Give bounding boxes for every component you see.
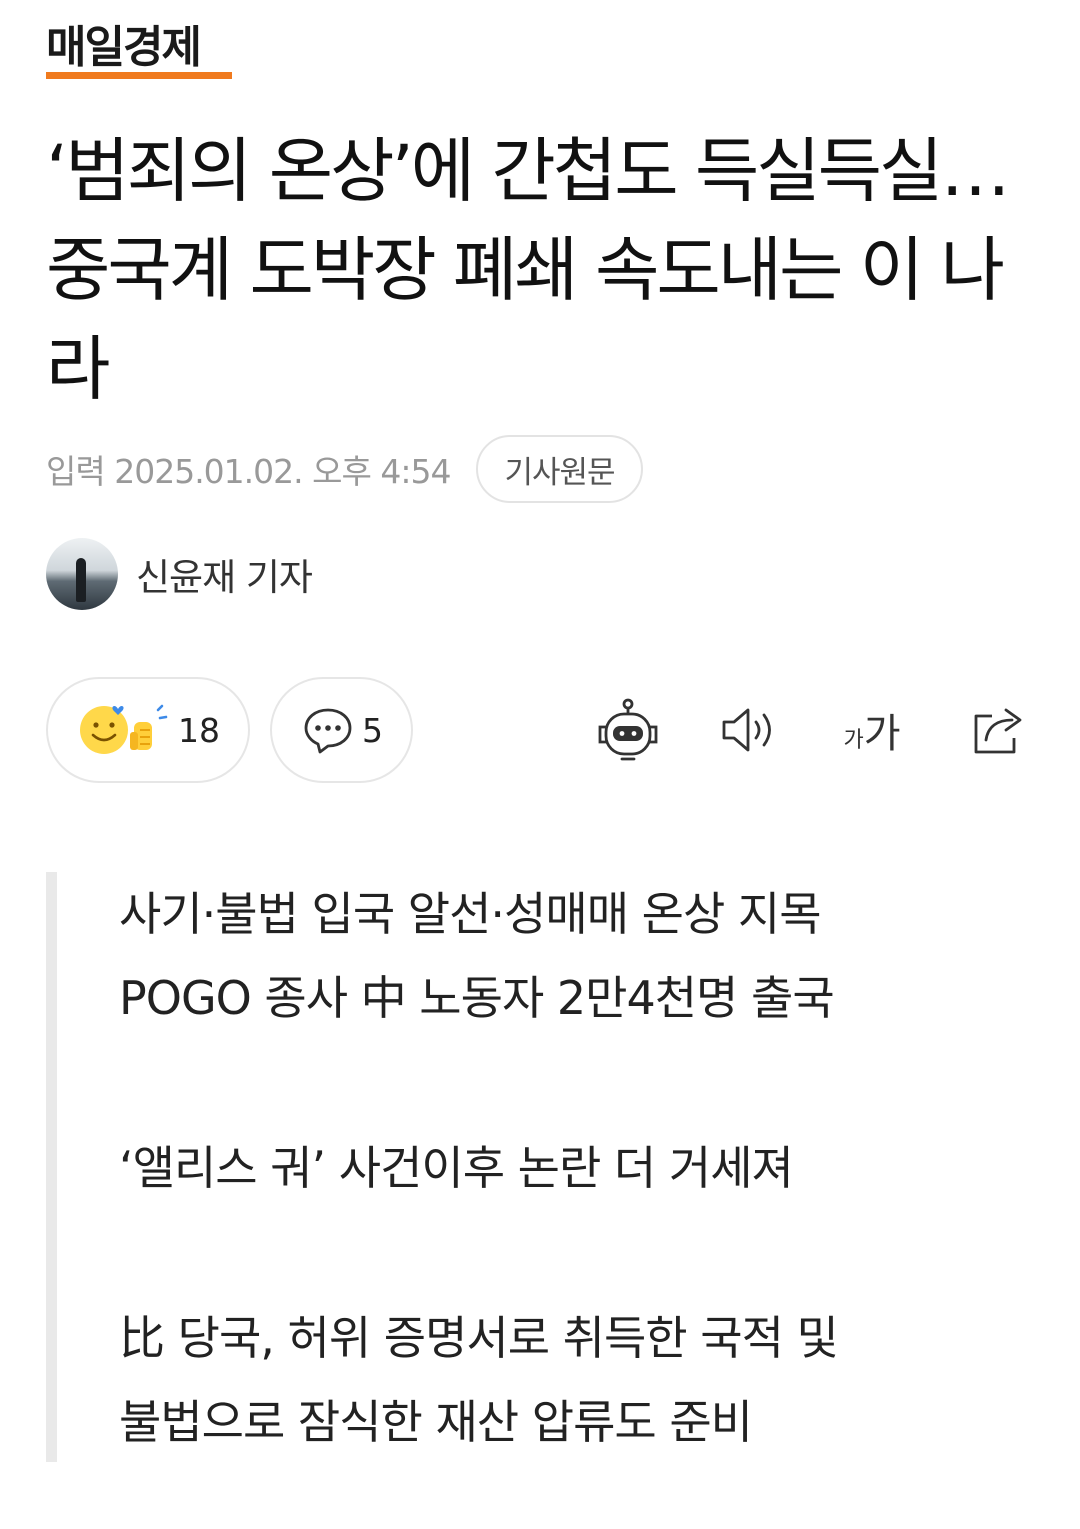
summary-line: 불법으로 잠식한 재산 압류도 준비 <box>119 1395 753 1449</box>
comment-button[interactable]: 5 <box>270 677 413 783</box>
comment-bubble-icon <box>304 708 352 754</box>
text-to-speech-button[interactable] <box>710 690 790 770</box>
font-large-glyph: 가 <box>863 711 901 757</box>
article-summary: 사기·불법 입국 알선·성매매 온상 지목 POGO 종사 中 노동자 2만4천… <box>46 872 1006 1462</box>
summary-line: 사기·불법 입국 알선·성매매 온상 지목 <box>119 887 822 941</box>
ai-summary-button[interactable] <box>588 690 668 770</box>
article-title: ‘범죄의 온상’에 간첩도 득실득실…중국계 도박장 폐쇄 속도내는 이 나라 <box>46 130 1010 410</box>
font-size-button[interactable]: 가가 <box>832 690 912 770</box>
author-info[interactable]: 신윤재 기자 <box>46 538 313 610</box>
summary-line: ‘앨리스 궈’ 사건이후 논란 더 거세져 <box>119 1141 794 1195</box>
reaction-count: 18 <box>178 710 220 750</box>
smile-thumbs-reaction-icon <box>80 704 168 754</box>
summary-line: 比 당국, 허위 증명서로 취득한 국적 및 <box>119 1311 839 1365</box>
original-article-button[interactable]: 기사원문 <box>476 435 643 503</box>
article-meta: 입력 2025.01.02. 오후 4:54 기사원문 <box>46 434 643 504</box>
author-avatar <box>46 538 118 610</box>
summary-line: POGO 종사 中 노동자 2만4천명 출국 <box>119 971 835 1025</box>
publisher-logo-text: 매일경제 <box>46 22 202 73</box>
publisher-logo[interactable]: 매일경제 <box>46 22 232 79</box>
font-small-glyph: 가 <box>843 728 864 753</box>
author-name: 신윤재 기자 <box>136 556 313 599</box>
font-size-icon: 가가 <box>843 701 900 759</box>
robot-summary-icon <box>598 698 658 761</box>
reaction-button[interactable]: 18 <box>46 677 250 783</box>
share-icon <box>974 708 1022 754</box>
share-button[interactable] <box>958 690 1038 770</box>
published-date: 입력 2025.01.02. 오후 4:54 <box>46 452 451 491</box>
comment-count: 5 <box>362 710 383 750</box>
speaker-icon <box>722 708 771 752</box>
